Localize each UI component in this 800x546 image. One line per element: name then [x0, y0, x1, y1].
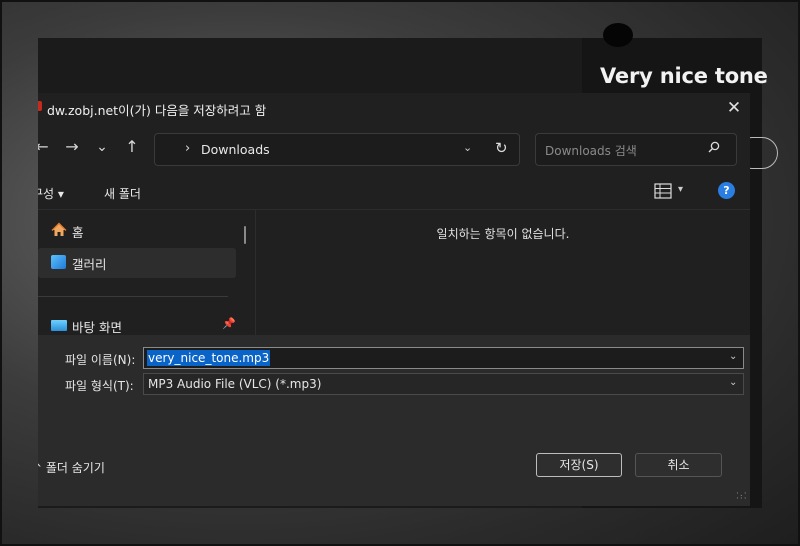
nav-item-label: 홈 [72, 225, 84, 240]
filename-value[interactable]: very_nice_tone.mp3 [147, 350, 271, 366]
forward-button[interactable]: → [62, 137, 82, 157]
nav-divider [38, 296, 228, 297]
save-file-dialog: dw.zobj.net이(가) 다음을 저장하려고 함 ✕ ← → ⌄ ↑ › … [38, 93, 750, 506]
background-avatar [603, 23, 633, 47]
app-icon [38, 101, 42, 111]
dialog-title: dw.zobj.net이(가) 다음을 저장하려고 함 [47, 103, 267, 118]
hide-folders-toggle[interactable]: ^ 폴더 숨기기 [38, 459, 105, 476]
search-input[interactable]: Downloads 검색 [535, 133, 737, 166]
nav-item-gallery[interactable]: 갤러리 [38, 248, 236, 278]
nav-item-label: 갤러리 [72, 257, 107, 272]
refresh-icon[interactable]: ↻ [495, 139, 508, 157]
search-placeholder: Downloads 검색 [545, 144, 637, 158]
filename-label: 파일 이름(N): [65, 353, 136, 367]
nav-scrollbar[interactable] [244, 226, 246, 244]
gallery-icon [51, 255, 66, 269]
recent-locations-button[interactable]: ⌄ [92, 137, 112, 157]
close-button[interactable]: ✕ [722, 96, 746, 120]
nav-item-label: 바탕 화면 [72, 320, 122, 335]
help-icon[interactable]: ? [718, 182, 735, 199]
chevron-down-icon[interactable]: ⌄ [729, 377, 737, 388]
filetype-label: 파일 형식(T): [65, 379, 134, 393]
new-folder-button[interactable]: 새 폴더 [104, 185, 141, 202]
chevron-down-icon[interactable]: ⌄ [463, 141, 472, 154]
nav-item-home[interactable]: 홈 [38, 216, 236, 246]
background-video-title: Very nice tone [600, 64, 768, 88]
home-icon [51, 222, 67, 238]
save-button[interactable]: 저장(S) [536, 453, 622, 477]
navigation-pane: 홈 갤러리 바탕 화면 📌 [38, 210, 255, 335]
dialog-titlebar: dw.zobj.net이(가) 다음을 저장하려고 함 ✕ [38, 93, 750, 123]
view-dropdown-icon[interactable]: ▾ [678, 184, 683, 195]
up-button[interactable]: ↑ [122, 137, 142, 157]
view-options-icon[interactable] [654, 183, 672, 199]
command-bar: 구성 ▾ 새 폴더 ▾ ? [38, 177, 750, 207]
address-location[interactable]: Downloads [201, 142, 270, 157]
filetype-value: MP3 Audio File (VLC) (*.mp3) [148, 377, 322, 391]
cancel-button[interactable]: 취소 [635, 453, 722, 477]
desktop-icon [51, 320, 67, 331]
filename-input[interactable]: very_nice_tone.mp3 ⌄ [143, 347, 744, 369]
empty-folder-message: 일치하는 항목이 없습니다. [436, 227, 570, 241]
address-bar[interactable]: › Downloads ⌄ ↻ [154, 133, 520, 166]
hide-folders-label: 폴더 숨기기 [45, 461, 105, 475]
pin-icon[interactable]: 📌 [222, 317, 236, 330]
organize-button[interactable]: 구성 ▾ [38, 185, 64, 202]
resize-grip[interactable]: ·.· ··· [736, 490, 748, 504]
back-button[interactable]: ← [38, 137, 52, 157]
chevron-down-icon[interactable]: ⌄ [729, 351, 737, 362]
dialog-footer: 파일 이름(N): very_nice_tone.mp3 ⌄ 파일 형식(T):… [38, 335, 750, 506]
filetype-select[interactable]: MP3 Audio File (VLC) (*.mp3) ⌄ [143, 373, 744, 395]
chevron-right-icon[interactable]: › [185, 141, 190, 156]
search-icon [708, 141, 720, 157]
